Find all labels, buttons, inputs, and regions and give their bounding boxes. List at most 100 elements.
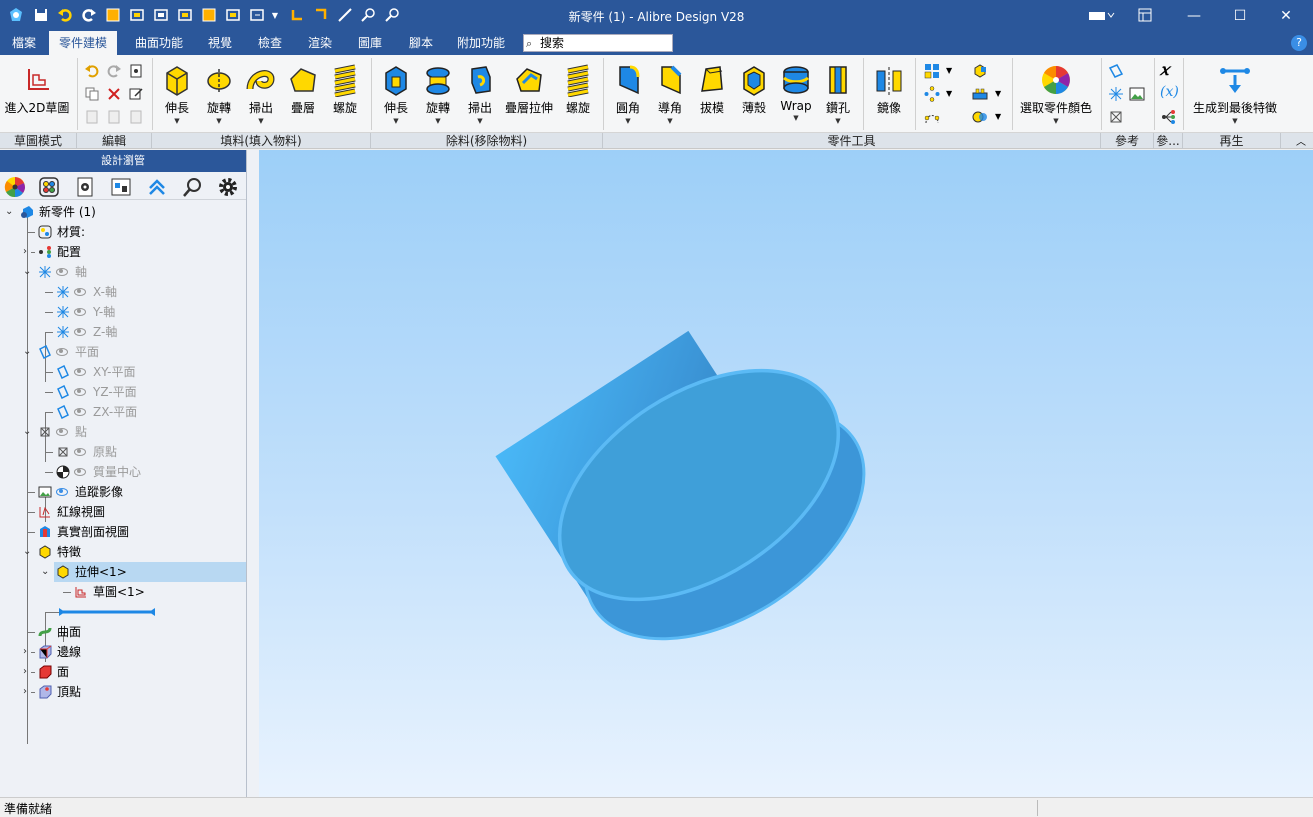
chevron-down-icon[interactable]: ⌄ [23,262,31,282]
tree-item-extrude1[interactable]: 拉伸<1> [54,562,246,582]
gear-icon[interactable] [217,176,239,198]
search-icon[interactable] [182,176,204,198]
ribbon-display-icon[interactable] [1137,7,1153,23]
plane-icon[interactable] [1108,63,1124,79]
tree-item-points[interactable]: ⌄ 點 [0,422,246,442]
boolean-icon[interactable] [972,109,988,125]
equation-icon[interactable]: 𝑥 [1160,60,1169,79]
minimize-button[interactable]: — [1171,0,1217,31]
chevron-down-icon[interactable]: ⌄ [23,342,31,362]
layout-icon[interactable] [110,176,132,198]
tree-item-center-of-mass[interactable]: 質量中心 [0,462,246,482]
visibility-eye-icon[interactable] [56,488,68,496]
axis-icon[interactable] [1108,86,1124,102]
visibility-eye-icon[interactable] [74,288,86,296]
visibility-eye-icon[interactable] [74,468,86,476]
properties-icon[interactable] [128,63,144,79]
tab-surfacing[interactable]: 曲面功能 [125,31,193,55]
visibility-eye-icon[interactable] [74,328,86,336]
point-icon[interactable] [1108,109,1124,125]
visibility-eye-icon[interactable] [56,428,68,436]
move-face-icon[interactable] [972,63,988,79]
chevron-down-icon[interactable]: ▼ [946,66,952,75]
maximize-button[interactable]: ☐ [1217,0,1263,31]
cut-extrude-button[interactable]: 伸長 ▼ [375,60,417,130]
tree-item-origin[interactable]: 原點 [0,442,246,462]
display-options-icon[interactable] [1088,7,1116,23]
tab-library[interactable]: 圖庫 [348,31,392,55]
tree-item-axes[interactable]: ⌄ 軸 [0,262,246,282]
cut-sweep-button[interactable]: 掃出 ▼ [459,60,501,130]
chevron-down-icon[interactable]: ⌄ [5,202,13,222]
3d-viewport[interactable] [259,150,1313,797]
hole-button[interactable]: 鑽孔 ▼ [817,60,859,130]
linear-pattern-icon[interactable] [924,63,940,79]
tree-item-sketch1[interactable]: 草圖<1> [0,582,246,602]
chevron-down-icon[interactable]: ▼ [995,89,1001,98]
visibility-eye-icon[interactable] [74,408,86,416]
configuration-icon[interactable] [1161,109,1177,125]
tree-item-surfaces[interactable]: 曲面 [0,622,246,642]
part-color-button[interactable]: 選取零件顏色 ▼ [1016,60,1096,130]
delete-icon[interactable] [106,86,122,102]
tree-item-y-axis[interactable]: Y-軸 [0,302,246,322]
help-icon[interactable]: ? [1291,35,1307,51]
visibility-eye-icon[interactable] [74,368,86,376]
visibility-eye-icon[interactable] [74,308,86,316]
regen-to-last-button[interactable]: 生成到最後特徵 ▼ [1189,60,1281,130]
chevron-right-icon[interactable]: › [23,682,27,702]
chevron-down-icon[interactable]: ⌄ [23,542,31,562]
visibility-eye-icon[interactable] [74,448,86,456]
chevron-down-icon[interactable]: ⌄ [41,562,49,582]
boss-helix-button[interactable]: 螺旋 [324,60,366,130]
chevron-down-icon[interactable]: ⌄ [23,422,31,442]
part-model[interactable] [259,150,1313,797]
material-icon[interactable] [38,176,60,198]
curve-pattern-icon[interactable] [924,109,940,125]
tab-part-modeling[interactable]: 零件建模 [49,31,118,55]
tab-file[interactable]: 檔案 [2,31,46,55]
edit-icon[interactable] [128,86,144,102]
tree-item-redline[interactable]: 紅線視圖 [0,502,246,522]
tree-item-zx-plane[interactable]: ZX-平面 [0,402,246,422]
tree-item-xy-plane[interactable]: XY-平面 [0,362,246,382]
tree-item-vertices[interactable]: › 頂點 [0,682,246,702]
panel-splitter[interactable] [247,150,259,797]
cut-revolve-button[interactable]: 旋轉 ▼ [417,60,459,130]
close-button[interactable]: ✕ [1263,0,1309,31]
tree-root[interactable]: ⌄ 新零件 (1) [0,202,246,222]
visibility-eye-icon[interactable] [74,388,86,396]
tree-item-trace-image[interactable]: 追蹤影像 [0,482,246,502]
enter-2d-sketch-button[interactable]: 進入2D草圖 [4,60,70,130]
tab-inspect[interactable]: 檢查 [248,31,292,55]
chevron-right-icon[interactable]: › [23,242,27,262]
fillet-button[interactable]: 圓角 ▼ [607,60,649,130]
collapse-ribbon-icon[interactable]: ︿ [1296,133,1306,148]
tree-item-x-axis[interactable]: X-軸 [0,282,246,302]
boss-sweep-button[interactable]: 掃出 ▼ [240,60,282,130]
chevron-down-icon[interactable]: ▼ [995,112,1001,121]
tree-item-section-view[interactable]: 真實剖面視圖 [0,522,246,542]
tab-view[interactable]: 視覺 [198,31,242,55]
tab-render[interactable]: 渲染 [298,31,342,55]
replace-face-icon[interactable] [972,86,988,102]
undo-icon[interactable] [84,63,100,79]
visibility-eye-icon[interactable] [56,348,68,356]
cut-helix-button[interactable]: 螺旋 [557,60,599,130]
clipboard-icon[interactable] [128,109,144,125]
tab-addons[interactable]: 附加功能 [447,31,515,55]
wrap-button[interactable]: Wrap ▼ [775,60,817,130]
cut-loft-button[interactable]: 疊層拉伸 [501,60,557,130]
tree-item-yz-plane[interactable]: YZ-平面 [0,382,246,402]
paste-special-icon[interactable] [106,109,122,125]
boss-revolve-button[interactable]: 旋轉 ▼ [198,60,240,130]
parameter-icon[interactable]: (𝑥) [1160,84,1179,100]
tab-script[interactable]: 腳本 [399,31,443,55]
chevron-down-icon[interactable]: ▼ [946,89,952,98]
boss-loft-button[interactable]: 疊層 [282,60,324,130]
shell-button[interactable]: 薄殼 [733,60,775,130]
tree-item-faces[interactable]: › 面 [0,662,246,682]
properties-icon[interactable] [74,176,96,198]
chevron-right-icon[interactable]: › [23,642,27,662]
tree-item-material[interactable]: 材質: [0,222,246,242]
